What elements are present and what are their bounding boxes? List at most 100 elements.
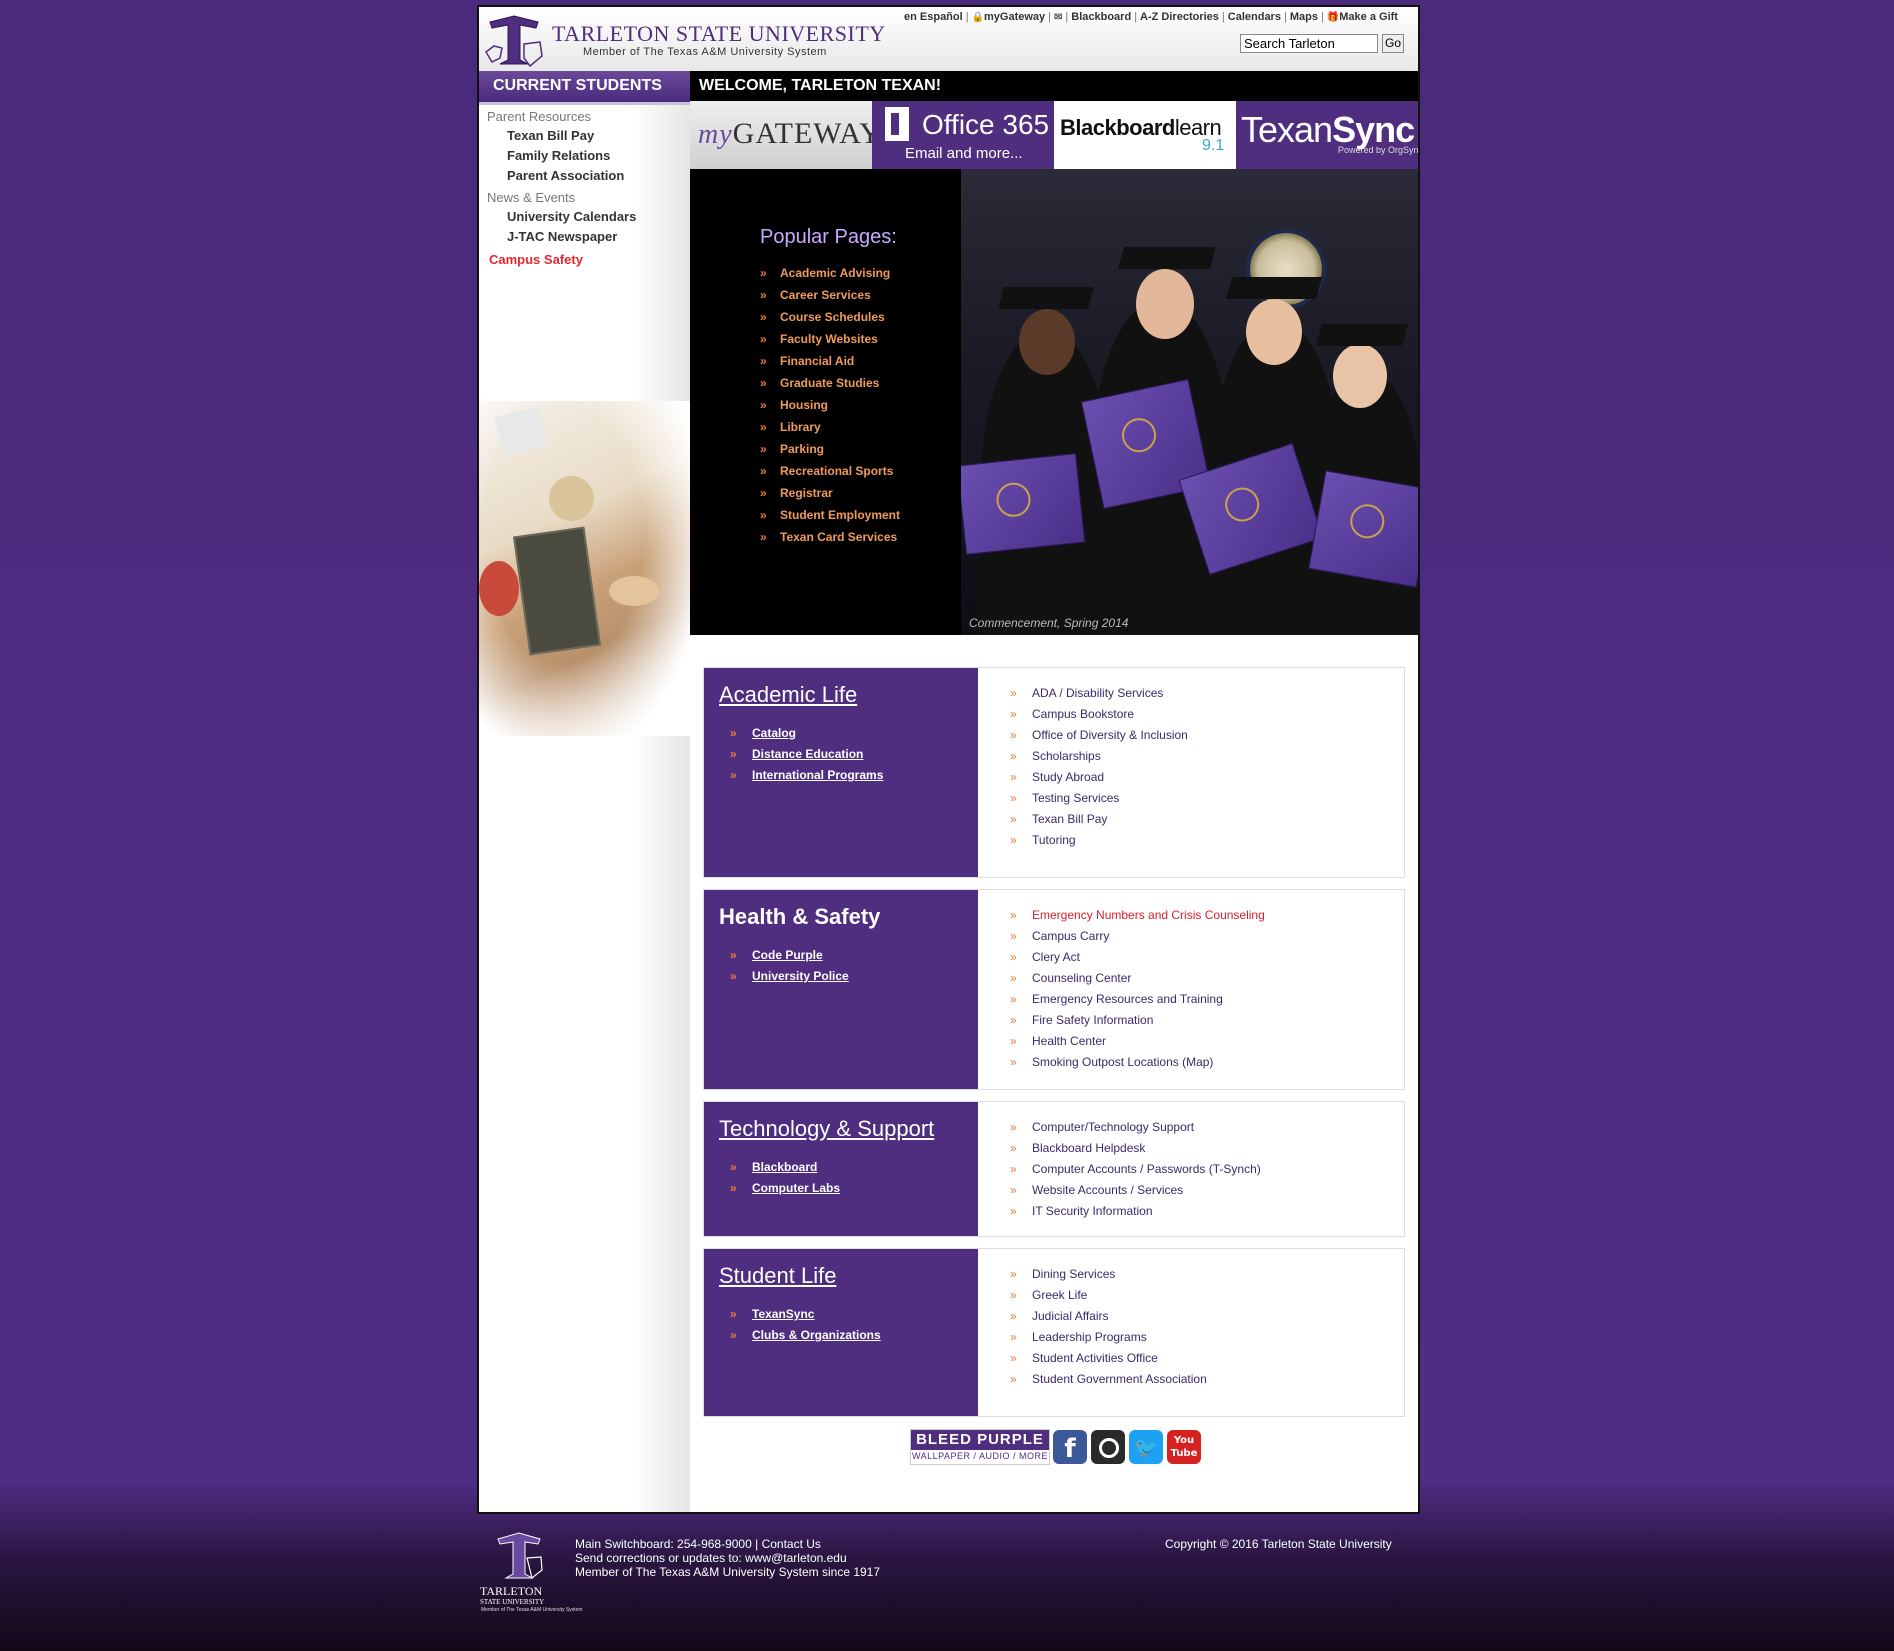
section-link[interactable]: » Emergency Numbers and Crisis Counseling xyxy=(1010,908,1265,929)
blackboard-tile[interactable]: Blackboardlearn 9.1 xyxy=(1054,101,1236,169)
chevron-right-icon: » xyxy=(1010,1034,1017,1048)
sidebar-item-campus-safety[interactable]: Campus Safety xyxy=(489,252,583,267)
section-link[interactable]: » Health Center xyxy=(1010,1034,1265,1055)
section-link[interactable]: » ADA / Disability Services xyxy=(1010,686,1188,707)
popular-link[interactable]: » Parking xyxy=(760,442,900,464)
popular-link[interactable]: » Student Employment xyxy=(760,508,900,530)
section-title[interactable]: Academic Life xyxy=(719,682,857,708)
sidebar-item-family-relations[interactable]: Family Relations xyxy=(507,148,610,163)
top-link-calendars[interactable]: Calendars xyxy=(1228,11,1281,23)
footer-contact-link[interactable]: Contact Us xyxy=(762,1537,821,1551)
section-link[interactable]: » Computer Accounts / Passwords (T-Synch) xyxy=(1010,1162,1261,1183)
section-link[interactable]: » Campus Carry xyxy=(1010,929,1265,950)
section-link[interactable]: » Campus Bookstore xyxy=(1010,707,1188,728)
popular-link[interactable]: » Registrar xyxy=(760,486,900,508)
section-link[interactable]: » Testing Services xyxy=(1010,791,1188,812)
top-link-maps[interactable]: Maps xyxy=(1290,11,1318,23)
section-link[interactable]: » Counseling Center xyxy=(1010,971,1265,992)
section-link[interactable]: » Computer/Technology Support xyxy=(1010,1120,1261,1141)
section-link[interactable]: » Leadership Programs xyxy=(1010,1330,1207,1351)
chevron-right-icon: » xyxy=(730,1307,737,1321)
sidebar-item-texan-bill-pay[interactable]: Texan Bill Pay xyxy=(507,128,594,143)
popular-link[interactable]: » Financial Aid xyxy=(760,354,900,376)
section-link[interactable]: » Judicial Affairs xyxy=(1010,1309,1207,1330)
twitter-icon[interactable]: 🐦 xyxy=(1129,1430,1163,1464)
top-link-blackboard[interactable]: Blackboard xyxy=(1071,11,1131,23)
section-left-panel: Technology & Support » Blackboard » Comput… xyxy=(704,1102,978,1236)
office365-tile[interactable]: Office 365 Email and more... xyxy=(872,101,1054,169)
bleed-purple-sub: WALLPAPER / AUDIO / MORE xyxy=(911,1451,1049,1461)
top-link-make-gift[interactable]: Make a Gift xyxy=(1339,11,1398,23)
chevron-right-icon: » xyxy=(1010,1013,1017,1027)
popular-link[interactable]: » Library xyxy=(760,420,900,442)
university-subtitle: Member of The Texas A&M University Syste… xyxy=(583,46,827,58)
section-primary-link[interactable]: » Distance Education xyxy=(730,747,883,768)
section-primary-link[interactable]: » Code Purple xyxy=(730,948,849,969)
search-input[interactable] xyxy=(1240,34,1378,53)
section-left-panel: Student Life » TexanSync » Clubs & Organiz… xyxy=(704,1249,978,1416)
sidebar-item-parent-association[interactable]: Parent Association xyxy=(507,168,624,183)
popular-link[interactable]: » Recreational Sports xyxy=(760,464,900,486)
section-title[interactable]: Technology & Support xyxy=(719,1116,934,1142)
texansync-sync: Sync xyxy=(1332,109,1415,150)
popular-link[interactable]: » Faculty Websites xyxy=(760,332,900,354)
search-go-button[interactable]: Go xyxy=(1382,34,1404,53)
youtube-icon[interactable]: You Tube xyxy=(1167,1430,1201,1464)
section-link[interactable]: » Scholarships xyxy=(1010,749,1188,770)
section-link-list: » Emergency Numbers and Crisis Counseling… xyxy=(1010,908,1265,1076)
section-link[interactable]: » Greek Life xyxy=(1010,1288,1207,1309)
section-primary-link[interactable]: » TexanSync xyxy=(730,1307,881,1328)
section-link[interactable]: » Student Activities Office xyxy=(1010,1351,1207,1372)
section-primary-link[interactable]: » University Police xyxy=(730,969,849,990)
top-link-directories[interactable]: A-Z Directories xyxy=(1140,11,1219,23)
popular-link[interactable]: » Career Services xyxy=(760,288,900,310)
sidebar-item-jtac-newspaper[interactable]: J-TAC Newspaper xyxy=(507,229,617,244)
section-title[interactable]: Student Life xyxy=(719,1263,836,1289)
section-primary-link[interactable]: » International Programs xyxy=(730,768,883,789)
facebook-icon[interactable]: f xyxy=(1053,1430,1087,1464)
texansync-tile[interactable]: TexanSync Powered by OrgSync xyxy=(1236,101,1418,169)
chevron-right-icon: » xyxy=(730,1160,737,1174)
section-primary-link[interactable]: » Clubs & Organizations xyxy=(730,1328,881,1349)
top-link-espanol[interactable]: en Español xyxy=(904,11,963,23)
top-link-mygateway[interactable]: myGateway xyxy=(984,11,1045,23)
sidebar-item-university-calendars[interactable]: University Calendars xyxy=(507,209,636,224)
popular-link[interactable]: » Housing xyxy=(760,398,900,420)
popular-pages-list: » Academic Advising » Career Services » Cou… xyxy=(760,266,900,552)
section-primary-link[interactable]: » Blackboard xyxy=(730,1160,840,1181)
popular-link[interactable]: » Course Schedules xyxy=(760,310,900,332)
chevron-right-icon: » xyxy=(760,530,767,544)
gift-icon: 🎁 xyxy=(1326,12,1340,23)
section-link[interactable]: » Clery Act xyxy=(1010,950,1265,971)
chevron-right-icon: » xyxy=(1010,1267,1017,1281)
section-link[interactable]: » Website Accounts / Services xyxy=(1010,1183,1261,1204)
footer-logo[interactable]: TARLETON STATE UNIVERSITY Member of The … xyxy=(478,1530,583,1613)
section-link[interactable]: » Blackboard Helpdesk xyxy=(1010,1141,1261,1162)
chevron-right-icon: » xyxy=(1010,812,1017,826)
section-link[interactable]: » Emergency Resources and Training xyxy=(1010,992,1265,1013)
popular-link[interactable]: » Graduate Studies xyxy=(760,376,900,398)
section-link[interactable]: » Smoking Outpost Locations (Map) xyxy=(1010,1055,1265,1076)
section-link[interactable]: » Tutoring xyxy=(1010,833,1188,854)
section-link[interactable]: » Office of Diversity & Inclusion xyxy=(1010,728,1188,749)
chevron-right-icon: » xyxy=(760,310,767,324)
footer-logo-mark xyxy=(497,1532,543,1580)
instagram-icon[interactable] xyxy=(1091,1430,1125,1464)
footer-logo-member: Member of The Texas A&M University Syste… xyxy=(481,1607,583,1613)
section-link[interactable]: » Student Government Association xyxy=(1010,1372,1207,1393)
chevron-right-icon: » xyxy=(1010,749,1017,763)
section-link[interactable]: » Dining Services xyxy=(1010,1267,1207,1288)
section-link[interactable]: » Study Abroad xyxy=(1010,770,1188,791)
section-primary-link[interactable]: » Catalog xyxy=(730,726,883,747)
chevron-right-icon: » xyxy=(1010,1055,1017,1069)
mygateway-tile[interactable]: myGATEWAY xyxy=(690,101,872,169)
popular-link[interactable]: » Academic Advising xyxy=(760,266,900,288)
popular-link[interactable]: » Texan Card Services xyxy=(760,530,900,552)
bleed-purple-button[interactable]: BLEED PURPLE WALLPAPER / AUDIO / MORE xyxy=(910,1429,1050,1465)
university-name[interactable]: TARLETON STATE UNIVERSITY xyxy=(552,21,886,47)
university-logo[interactable] xyxy=(484,12,544,69)
section-link[interactable]: » IT Security Information xyxy=(1010,1204,1261,1225)
section-link[interactable]: » Fire Safety Information xyxy=(1010,1013,1265,1034)
section-primary-link[interactable]: » Computer Labs xyxy=(730,1181,840,1202)
section-link[interactable]: » Texan Bill Pay xyxy=(1010,812,1188,833)
